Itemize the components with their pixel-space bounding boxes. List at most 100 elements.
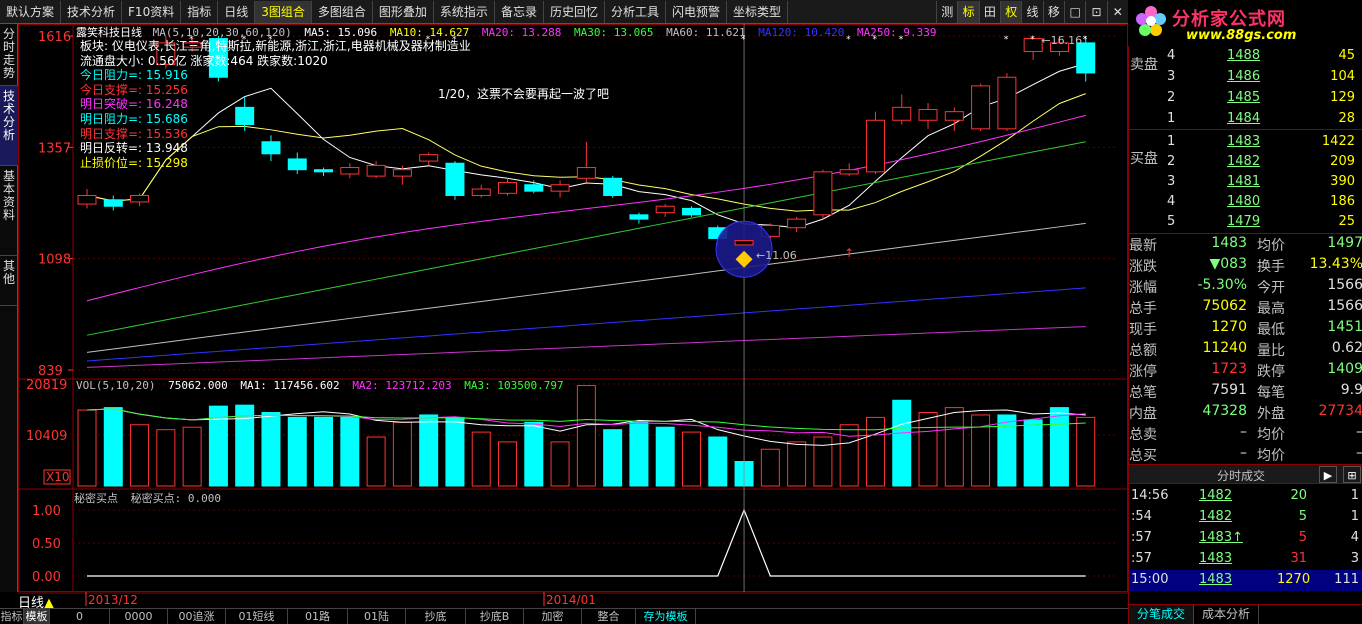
trade-price: 1483 <box>1199 551 1233 566</box>
quote-label: 均价 <box>1257 427 1285 443</box>
kline-chart: 1616 1357 1098 839 20819 10409 X10 1.00 0.50 0.00… <box>18 24 1128 592</box>
template-tab-9[interactable]: 抄底B <box>466 609 524 624</box>
volume-bar <box>1023 419 1043 487</box>
high-price-label: ←16.16 <box>1041 34 1082 47</box>
quote-panel: 卖盘 4 1488 45 3 1486 104 2 1485 129 1 1484 28 买盘 1 14… <box>1128 46 1362 624</box>
toolbar-tool-7[interactable]: ⊡ <box>1085 1 1106 23</box>
template-tab-7[interactable]: 01陆 <box>348 609 406 624</box>
toolbar-item-10[interactable]: 历史回忆 <box>544 0 605 23</box>
trade-row[interactable]: :57 1483 31 3 <box>1129 549 1362 570</box>
toolbar-item-3[interactable]: 指标 <box>181 0 219 23</box>
sell-price[interactable]: 1485 <box>1227 90 1260 105</box>
template-tab-6[interactable]: 01路 <box>288 609 348 624</box>
template-tab-11[interactable]: 整合 <box>582 609 636 624</box>
quote-label: 总额 <box>1129 343 1157 359</box>
left-tab-1[interactable]: 技术分析 <box>0 86 18 166</box>
trade-volume: 1270 <box>1277 572 1311 587</box>
candle-body <box>681 207 701 216</box>
candle-body <box>865 119 885 173</box>
volume-bar <box>1076 416 1096 487</box>
volume-bar <box>235 404 255 487</box>
toolbar-tool-8[interactable]: ✕ <box>1106 1 1128 23</box>
template-tab-8[interactable]: 抄底 <box>406 609 466 624</box>
buy-level: 4 <box>1167 194 1176 209</box>
buy-row[interactable]: 1 1483 1422 <box>1159 132 1362 152</box>
trade-row[interactable]: :54 1482 5 1 <box>1129 507 1362 528</box>
trade-row[interactable]: :57 1483↑ 5 4 <box>1129 528 1362 549</box>
left-tab-3[interactable]: 其他 <box>0 256 18 306</box>
toolbar-item-11[interactable]: 分析工具 <box>605 0 666 23</box>
template-tab-4[interactable]: 00追涨 <box>168 609 226 624</box>
ma-params: MA(5,10,20,30,60,120) <box>152 26 292 39</box>
toolbar-item-0[interactable]: 默认方案 <box>0 0 62 23</box>
toolbar-item-12[interactable]: 闪电预警 <box>666 0 727 23</box>
quote-value: ▼083 <box>1209 256 1248 272</box>
trades-grid-icon[interactable]: ⊞ <box>1343 466 1361 483</box>
sell-price[interactable]: 1486 <box>1227 69 1260 84</box>
volume-bar <box>1049 407 1069 487</box>
toolbar-tool-2[interactable]: 田 <box>978 1 1000 23</box>
toolbar-item-9[interactable]: 备忘录 <box>495 0 544 23</box>
toolbar-item-5[interactable]: 3图组合 <box>255 0 312 23</box>
left-tab-2[interactable]: 基本资料 <box>0 166 18 256</box>
candle-body <box>130 194 150 203</box>
toolbar-item-6[interactable]: 多图组合 <box>312 0 373 23</box>
buy-row[interactable]: 5 1479 25 <box>1159 212 1362 232</box>
quote-value: 1566 <box>1327 298 1362 314</box>
quote-row: 内盘 47328 外盘 27734 <box>1129 402 1362 423</box>
toolbar-tool-6[interactable]: □ <box>1064 1 1085 23</box>
volume-bar <box>340 416 360 487</box>
volume-bar <box>77 409 97 487</box>
toolbar-tool-3[interactable]: 权 <box>1000 1 1022 23</box>
trade-row[interactable]: 14:56 1482 20 1 <box>1129 486 1362 507</box>
buy-row[interactable]: 2 1482 209 <box>1159 152 1362 172</box>
toolbar-item-13[interactable]: 坐标类型 <box>727 0 789 23</box>
template-tab-5[interactable]: 01短线 <box>226 609 288 624</box>
buy-row[interactable]: 4 1480 186 <box>1159 192 1362 212</box>
buy-price[interactable]: 1481 <box>1227 174 1260 189</box>
trades-header: 分时成交 ▶ ⊞ <box>1129 464 1362 484</box>
ma10-value: MA10: 14.627 <box>389 26 470 39</box>
candle-body <box>892 106 912 121</box>
sell-row[interactable]: 2 1485 129 <box>1159 88 1362 108</box>
quote-value: 1723 <box>1211 361 1247 377</box>
signal-star-icon: * <box>1030 35 1035 45</box>
toolbar-tool-5[interactable]: 移 <box>1042 1 1064 23</box>
toolbar-item-8[interactable]: 系统指示 <box>434 0 495 23</box>
buy-price[interactable]: 1483 <box>1227 134 1260 149</box>
trade-row[interactable]: 15:00 1483 1270 111 <box>1129 570 1362 591</box>
sell-price[interactable]: 1488 <box>1227 48 1260 63</box>
toolbar-item-7[interactable]: 图形叠加 <box>373 0 434 23</box>
left-tab-0[interactable]: 分时走势 <box>0 24 18 86</box>
volume-bar <box>760 448 780 487</box>
buy-row[interactable]: 3 1481 390 <box>1159 172 1362 192</box>
buy-price[interactable]: 1482 <box>1227 154 1260 169</box>
candle-body <box>629 214 649 220</box>
template-tab-0[interactable]: 指标 <box>0 609 24 624</box>
quote-value: 1451 <box>1327 319 1362 335</box>
quote-label: 涨跌 <box>1129 259 1157 275</box>
template-tab-1[interactable]: 模板 <box>24 609 50 624</box>
toolbar-tool-4[interactable]: 线 <box>1021 1 1042 23</box>
template-tab-2[interactable]: 0 <box>50 609 110 624</box>
toolbar-tool-0[interactable]: 测 <box>936 1 957 23</box>
right-tab-1[interactable]: 成本分析 <box>1194 605 1260 624</box>
toolbar-item-2[interactable]: F10资料 <box>122 0 182 23</box>
info-line-4: 明日突破=: 16.248 <box>80 97 188 112</box>
right-tab-0[interactable]: 分笔成交 <box>1129 605 1195 624</box>
template-tab-12[interactable]: 存为模板 <box>636 609 696 624</box>
toolbar-item-4[interactable]: 日线 <box>218 0 256 23</box>
trades-next-icon[interactable]: ▶ <box>1319 466 1337 483</box>
sell-row[interactable]: 3 1486 104 <box>1159 67 1362 87</box>
quote-label: 总笔 <box>1129 385 1157 401</box>
buy-price[interactable]: 1479 <box>1227 214 1260 229</box>
sell-row[interactable]: 1 1484 28 <box>1159 109 1362 129</box>
toolbar-item-1[interactable]: 技术分析 <box>61 0 123 23</box>
sell-row[interactable]: 4 1488 45 <box>1159 46 1362 66</box>
toolbar-tool-1[interactable]: 标 <box>957 1 979 23</box>
buy-price[interactable]: 1480 <box>1227 194 1260 209</box>
template-tab-3[interactable]: 0000 <box>110 609 168 624</box>
sell-price[interactable]: 1484 <box>1227 111 1260 126</box>
template-tab-10[interactable]: 加密 <box>524 609 582 624</box>
candle-body <box>103 199 123 207</box>
